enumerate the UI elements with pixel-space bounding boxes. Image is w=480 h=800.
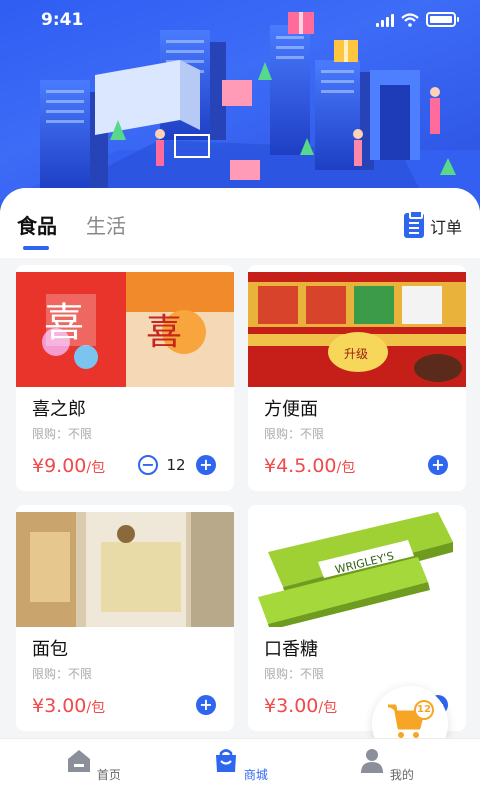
battery-icon bbox=[426, 12, 459, 27]
product-name: 口香糖 bbox=[264, 639, 318, 660]
product-name: 方便面 bbox=[264, 399, 318, 420]
nav-shop-label: 商城 bbox=[243, 768, 268, 782]
product-price: ¥3.00/包 bbox=[32, 695, 106, 717]
user-icon bbox=[361, 749, 384, 773]
jelly-snack-image: 喜 喜 bbox=[16, 272, 234, 387]
decrease-quantity-button[interactable]: − bbox=[138, 455, 158, 475]
add-to-cart-button[interactable]: + bbox=[428, 455, 448, 475]
product-limit: 限购：不限 bbox=[264, 667, 325, 681]
instant-noodles-image: 升级 bbox=[248, 272, 466, 387]
add-to-cart-button[interactable]: + bbox=[196, 455, 216, 475]
shop-bag-icon bbox=[216, 749, 237, 772]
bottom-nav: 首页 商城 我的 bbox=[0, 738, 480, 800]
cellular-signal-icon bbox=[376, 13, 394, 27]
orders-label: 订单 bbox=[429, 217, 462, 237]
nav-home-label: 首页 bbox=[96, 768, 121, 782]
product-price: ¥4.5.00/包 bbox=[264, 455, 356, 477]
product-limit: 限购：不限 bbox=[32, 667, 93, 681]
tab-life[interactable]: 生活 bbox=[86, 210, 126, 239]
tab-food[interactable]: 食品 bbox=[17, 210, 57, 250]
svg-text:喜: 喜 bbox=[44, 300, 84, 346]
clipboard-icon bbox=[403, 210, 424, 238]
bread-image bbox=[16, 512, 234, 627]
product-card-noodles[interactable]: 升级 方便面 限购：不限 ¥4.5.00/包 + bbox=[248, 265, 466, 491]
shop-content: 食品 生活 订单 喜 喜 喜之郎 限购：不限 ¥9.00/包 − 12 + 升级… bbox=[0, 188, 480, 748]
svg-text:喜: 喜 bbox=[146, 312, 182, 353]
svg-text:升级: 升级 bbox=[344, 347, 368, 361]
orders-button[interactable]: 订单 bbox=[403, 210, 462, 238]
product-limit: 限购：不限 bbox=[32, 427, 93, 441]
nav-profile-label: 我的 bbox=[389, 768, 414, 782]
add-to-cart-button[interactable]: + bbox=[196, 695, 216, 715]
product-price: ¥3.00/包 bbox=[264, 695, 338, 717]
wifi-icon bbox=[401, 12, 419, 27]
nav-shop[interactable]: 商城 bbox=[200, 747, 280, 783]
product-limit: 限购：不限 bbox=[264, 427, 325, 441]
product-price: ¥9.00/包 bbox=[32, 455, 106, 477]
product-name: 喜之郎 bbox=[32, 399, 86, 420]
home-icon bbox=[68, 750, 91, 772]
hero-banner: 9:41 bbox=[0, 0, 480, 215]
status-time: 9:41 bbox=[41, 10, 84, 30]
nav-home[interactable]: 首页 bbox=[53, 747, 133, 783]
nav-profile[interactable]: 我的 bbox=[346, 747, 426, 783]
category-tabs: 食品 生活 订单 bbox=[0, 188, 480, 258]
cart-count-badge: 12 bbox=[414, 700, 434, 720]
chewing-gum-image: WRIGLEY'S bbox=[248, 512, 466, 627]
product-name: 面包 bbox=[32, 639, 68, 660]
quantity-value: 12 bbox=[166, 456, 186, 474]
status-bar: 9:41 bbox=[0, 0, 480, 40]
product-card-xizhilang[interactable]: 喜 喜 喜之郎 限购：不限 ¥9.00/包 − 12 + bbox=[16, 265, 234, 491]
product-card-bread[interactable]: 面包 限购：不限 ¥3.00/包 + bbox=[16, 505, 234, 731]
